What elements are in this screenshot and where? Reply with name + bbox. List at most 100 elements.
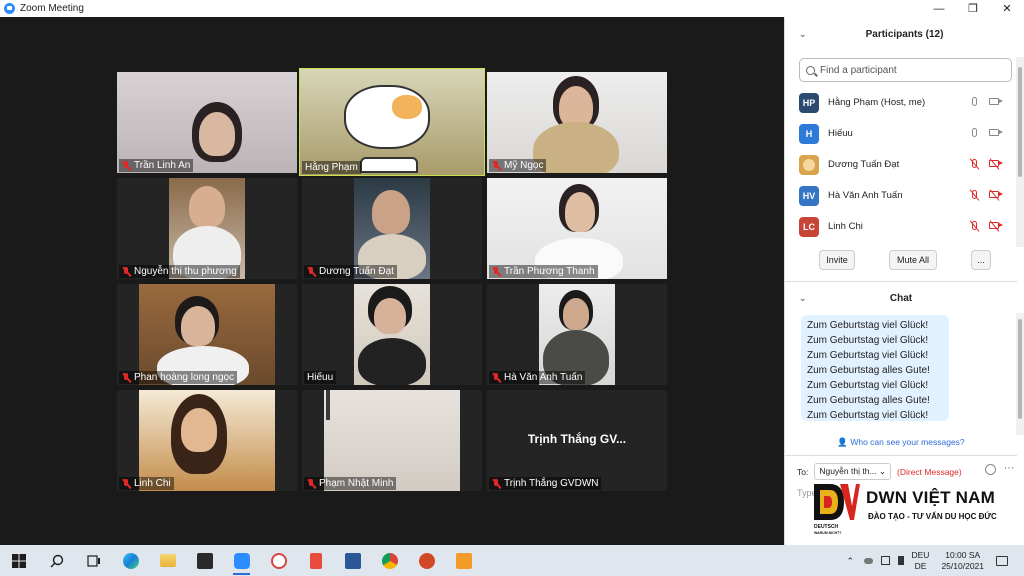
video-tile[interactable]: Phan hoàng long ngọc xyxy=(117,284,297,385)
video-camera-icon[interactable] xyxy=(989,129,1003,136)
participant-name-label: Hiếuu xyxy=(304,371,337,384)
emoji-icon[interactable] xyxy=(985,464,996,475)
snipping-icon[interactable] xyxy=(297,545,334,576)
search-icon[interactable] xyxy=(38,545,75,576)
video-tile-active-speaker[interactable]: Hằng Phạm xyxy=(299,68,485,176)
message-visibility-link[interactable]: 👤 Who can see your messages? xyxy=(785,437,1017,448)
participants-scrollbar[interactable] xyxy=(1016,57,1024,247)
mic-muted-icon xyxy=(492,160,501,171)
participant-name: Hằng Phạm (Host, me) xyxy=(828,97,926,108)
title-bar: Zoom Meeting — ❐ ✕ xyxy=(0,0,1024,17)
system-tray: ⌃ DEU DE 10:00 SA 25/10/2021 xyxy=(847,545,1024,576)
chat-scrollbar[interactable] xyxy=(1016,313,1024,435)
person-icon: 👤 xyxy=(837,437,848,447)
powerpoint-icon[interactable] xyxy=(408,545,445,576)
participant-row[interactable]: H Hiếuu xyxy=(785,118,1017,149)
cloud-icon[interactable] xyxy=(863,557,873,564)
chat-more-icon[interactable]: ⋯ xyxy=(1004,463,1014,474)
participant-row[interactable]: HP Hằng Phạm (Host, me) xyxy=(785,87,1017,118)
maximize-button[interactable]: ❐ xyxy=(956,0,990,17)
avatar: LC xyxy=(799,216,819,237)
video-camera-off-icon[interactable] xyxy=(989,191,1003,198)
video-tile[interactable]: Trần Linh An xyxy=(117,72,297,173)
participant-name-label: Trịnh Thắng GVDWN xyxy=(489,477,602,490)
participant-row[interactable]: LC Linh Chi xyxy=(785,211,1017,242)
video-tile[interactable]: Trần Phương Thanh xyxy=(487,178,667,279)
chat-message: Zum Geburtstag viel Glück! xyxy=(807,380,929,391)
network-icon[interactable] xyxy=(880,556,890,565)
video-tile[interactable]: Nguyễn thị thu phương xyxy=(117,178,297,279)
more-options-button[interactable]: ... xyxy=(971,250,991,270)
chat-divider xyxy=(785,455,1017,456)
chrome-icon[interactable] xyxy=(371,545,408,576)
video-tile[interactable]: Trịnh Thắng GV... Trịnh Thắng GVDWN xyxy=(487,390,667,491)
video-camera-icon[interactable] xyxy=(989,98,1003,105)
mic-muted-icon xyxy=(307,478,316,489)
paint-icon[interactable] xyxy=(260,545,297,576)
microphone-icon[interactable] xyxy=(972,97,977,106)
zoom-icon[interactable] xyxy=(223,545,260,576)
chat-message: Zum Geburtstag alles Gute! xyxy=(807,365,930,376)
participant-list: HP Hằng Phạm (Host, me) H Hiếuu Dương Tu… xyxy=(785,87,1017,242)
participant-row[interactable]: HV Hà Văn Anh Tuấn xyxy=(785,180,1017,211)
participant-name-label: Hà Văn Anh Tuấn xyxy=(489,371,586,384)
windows-start-icon[interactable] xyxy=(0,545,38,576)
input-language[interactable]: DEU DE xyxy=(912,550,930,572)
video-tile[interactable]: Dương Tuấn Đạt xyxy=(302,178,482,279)
search-icon xyxy=(806,65,815,75)
participant-name-label: Trần Phương Thanh xyxy=(489,265,598,278)
participant-row[interactable]: Dương Tuấn Đạt xyxy=(785,149,1017,180)
chat-title: Chat xyxy=(889,292,913,304)
avatar: H xyxy=(799,123,819,144)
video-tile[interactable]: Linh Chi xyxy=(117,390,297,491)
file-explorer-icon[interactable] xyxy=(149,545,186,576)
video-tile[interactable]: Hà Văn Anh Tuấn xyxy=(487,284,667,385)
direct-message-label: (Direct Message) xyxy=(897,466,962,477)
collapse-chevron-icon[interactable]: ⌄ xyxy=(799,293,807,304)
invite-button[interactable]: Invite xyxy=(819,250,855,270)
mute-all-button[interactable]: Mute All xyxy=(889,250,937,270)
mic-muted-icon xyxy=(492,266,501,277)
word-icon[interactable] xyxy=(334,545,371,576)
windows-taskbar: ⌃ DEU DE 10:00 SA 25/10/2021 xyxy=(0,545,1024,576)
close-button[interactable]: ✕ xyxy=(990,0,1024,17)
avatar xyxy=(799,154,819,175)
chat-message: Zum Geburtstag viel Glück! xyxy=(807,350,929,361)
clock[interactable]: 10:00 SA 25/10/2021 xyxy=(941,550,984,572)
microphone-muted-icon[interactable] xyxy=(972,190,977,199)
task-view-icon[interactable] xyxy=(75,545,112,576)
video-tile[interactable]: Phạm Nhật Minh xyxy=(302,390,482,491)
participant-display-name: Trịnh Thắng GV... xyxy=(527,432,627,446)
participant-name: Dương Tuấn Đạt xyxy=(828,159,900,170)
store-icon[interactable] xyxy=(186,545,223,576)
notification-icon[interactable] xyxy=(996,555,1008,566)
collapse-chevron-icon[interactable]: ⌄ xyxy=(799,29,807,40)
recipient-value: Nguyễn thị th... xyxy=(819,466,877,476)
microphone-muted-icon[interactable] xyxy=(972,221,977,230)
mic-muted-icon xyxy=(122,160,131,171)
participant-search-input[interactable]: Find a participant xyxy=(799,58,1012,82)
brand-tagline: ĐÀO TẠO - TƯ VẤN DU HỌC ĐỨC xyxy=(868,512,997,521)
video-gallery: Trần Linh An Hằng Phạm Mỹ Ngọc Nguyễn th… xyxy=(0,17,784,545)
microphone-muted-icon[interactable] xyxy=(972,159,977,168)
video-tile[interactable]: Mỹ Ngọc xyxy=(487,72,667,173)
recipient-select[interactable]: Nguyễn thị th... ⌄ xyxy=(814,463,891,480)
mic-muted-icon xyxy=(492,372,501,383)
chevron-up-icon[interactable]: ⌃ xyxy=(847,556,856,566)
visibility-link-text: Who can see your messages? xyxy=(850,437,965,447)
volume-icon[interactable] xyxy=(897,556,904,565)
to-label: To: xyxy=(797,466,809,477)
avatar: HV xyxy=(799,185,819,206)
edge-icon[interactable] xyxy=(112,545,149,576)
video-camera-off-icon[interactable] xyxy=(989,160,1003,167)
video-tile[interactable]: Hiếuu xyxy=(302,284,482,385)
side-panel: ⌄ Participants (12) Find a participant H… xyxy=(784,17,1024,545)
participants-title: Participants (12) xyxy=(865,28,944,40)
microphone-icon[interactable] xyxy=(972,128,977,137)
video-camera-off-icon[interactable] xyxy=(989,222,1003,229)
window-title: Zoom Meeting xyxy=(20,3,84,14)
chat-message: Zum Geburtstag alles Gute! xyxy=(807,395,930,406)
participant-name-label: Mỹ Ngọc xyxy=(489,159,547,172)
minimize-button[interactable]: — xyxy=(922,0,956,17)
media-icon[interactable] xyxy=(445,545,482,576)
